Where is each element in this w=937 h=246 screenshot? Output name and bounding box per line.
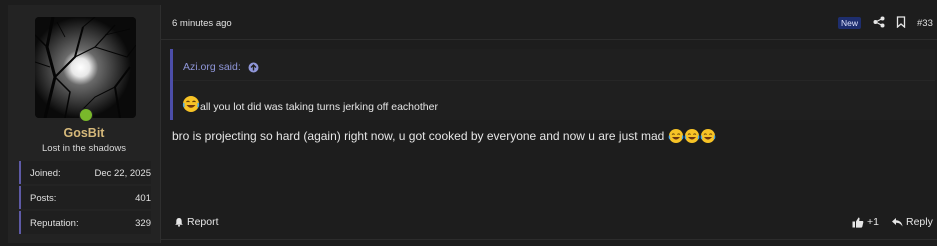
quote-header[interactable]: Azi.org said: — [183, 61, 259, 73]
avatar[interactable] — [35, 17, 136, 118]
divider — [160, 39, 937, 40]
reply-label: Reply — [906, 216, 933, 228]
stat-label: Joined: — [30, 168, 61, 179]
online-status-indicator — [79, 108, 93, 122]
avatar-image — [35, 17, 136, 118]
bell-icon — [175, 218, 183, 227]
reply-arrow-icon — [892, 218, 903, 227]
stat-reputation: Reputation: 329 — [19, 211, 151, 234]
report-button[interactable]: Report — [174, 216, 219, 228]
forum-post: GosBit Lost in the shadows Joined: Dec 2… — [0, 0, 937, 246]
divider — [173, 80, 935, 81]
thumbs-up-icon — [852, 217, 864, 228]
post-timestamp[interactable]: 6 minutes ago — [172, 18, 232, 29]
post-message: bro is projecting so hard (again) right … — [172, 128, 716, 144]
quote-block: Azi.org said: all you lot did was taking… — [170, 49, 935, 120]
stat-joined: Joined: Dec 22, 2025 — [19, 161, 151, 184]
arrow-up-circle-icon[interactable] — [248, 62, 259, 73]
stat-label: Reputation: — [30, 218, 79, 229]
stat-label: Posts: — [30, 193, 57, 204]
report-label: Report — [187, 216, 219, 228]
bookmark-icon[interactable] — [895, 16, 907, 28]
stat-value: 401 — [135, 193, 151, 204]
stat-posts: Posts: 401 — [19, 186, 151, 209]
like-count: +1 — [867, 216, 879, 228]
new-badge: New — [838, 17, 862, 29]
user-info-panel: GosBit Lost in the shadows Joined: Dec 2… — [8, 5, 161, 243]
post-main: 6 minutes ago New #33 Azi.org said: all … — [160, 5, 937, 243]
laughing-crying-emoji — [182, 96, 200, 112]
quote-text: all you lot did was taking turns jerking… — [200, 101, 438, 113]
stat-value: Dec 22, 2025 — [94, 168, 151, 179]
user-title: Lost in the shadows — [42, 143, 126, 154]
laughing-crying-emoji — [668, 129, 716, 143]
username-link[interactable]: GosBit — [8, 126, 160, 140]
reply-button[interactable]: Reply — [891, 216, 933, 228]
message-text: bro is projecting so hard (again) right … — [172, 129, 665, 143]
user-stats: Joined: Dec 22, 2025 Posts: 401 Reputati… — [19, 161, 151, 236]
stat-value: 329 — [135, 218, 151, 229]
like-button[interactable]: +1 — [852, 216, 879, 228]
share-icon[interactable] — [873, 16, 885, 28]
quote-content: all you lot did was taking turns jerking… — [182, 95, 438, 113]
quote-author[interactable]: Azi.org said: — [183, 61, 241, 73]
post-number-link[interactable]: #33 — [917, 18, 933, 29]
divider — [160, 239, 937, 240]
